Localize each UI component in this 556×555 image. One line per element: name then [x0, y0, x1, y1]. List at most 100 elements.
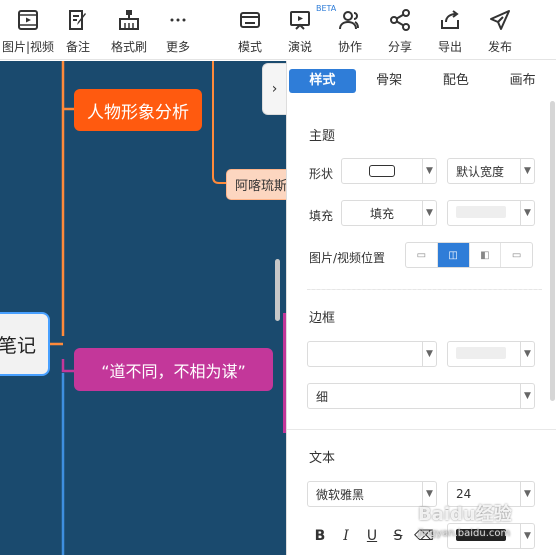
text-section-title: 文本 — [309, 451, 336, 466]
canvas-scrollbar[interactable] — [275, 259, 280, 321]
publish-icon — [490, 10, 510, 30]
width-value: 默认宽度 — [456, 164, 505, 179]
toolbar-label: 图片|视频 — [1, 40, 55, 54]
strikethrough-icon: S — [393, 528, 403, 544]
position-left-option[interactable]: ▭ — [406, 243, 438, 267]
style-panel: 样式 骨架 配色 画布 主题 形状 ▼ 默认宽度 ▼ 填充 填充 ▼ ▼ 图片/… — [286, 61, 556, 555]
border-color-select[interactable]: ▼ — [447, 341, 535, 367]
toolbar: 图片|视频 备注 格式刷 更多 模式 BETA 演说 协作 分享 导出 发布 — [0, 0, 556, 60]
format-brush-button[interactable]: 格式刷 — [110, 6, 148, 56]
fill-select[interactable]: 填充 ▼ — [341, 200, 437, 226]
chevron-down-icon: ▼ — [520, 342, 534, 366]
toolbar-label: 更多 — [165, 40, 190, 54]
note-button[interactable]: 备注 — [64, 6, 92, 56]
share-icon — [390, 9, 410, 31]
eraser-icon: ⌫ — [414, 528, 434, 544]
toolbar-label: 演说 — [287, 40, 312, 54]
publish-button[interactable]: 发布 — [486, 6, 514, 56]
share-button[interactable]: 分享 — [386, 6, 414, 56]
bold-icon: B — [314, 528, 326, 544]
shape-label: 形状 — [309, 167, 334, 181]
toolbar-label: 格式刷 — [110, 40, 147, 54]
border-thickness-select[interactable]: 细 ▼ — [307, 383, 535, 409]
rounded-rect-shape-icon — [369, 165, 395, 177]
film-icon — [18, 10, 38, 30]
media-position-label: 图片/视频位置 — [309, 251, 386, 265]
border-style-select[interactable]: ▼ — [307, 341, 437, 367]
position-right-option[interactable]: ▭ — [501, 243, 532, 267]
panel-scrollbar[interactable] — [550, 101, 555, 401]
panel-tabs: 样式 骨架 配色 画布 — [287, 61, 556, 101]
mode-icon — [240, 12, 260, 28]
tab-style[interactable]: 样式 — [289, 69, 356, 93]
strikethrough-button[interactable]: S — [387, 525, 409, 547]
chevron-down-icon: ▼ — [422, 159, 436, 183]
tab-skeleton[interactable]: 骨架 — [356, 69, 423, 93]
image-video-button[interactable]: 图片|视频 — [2, 6, 54, 56]
node-notes-root[interactable]: 笔记 — [0, 312, 50, 376]
font-family-value: 微软雅黑 — [316, 487, 365, 502]
position-top-option[interactable]: ◧ — [470, 243, 502, 267]
font-size-select[interactable]: 24 ▼ — [447, 481, 535, 507]
chevron-down-icon: ▼ — [520, 524, 534, 548]
toolbar-label: 发布 — [487, 40, 512, 54]
chevron-down-icon: ▼ — [422, 201, 436, 225]
presentation-icon — [290, 11, 310, 30]
export-button[interactable]: 导出 — [436, 6, 464, 56]
mode-button[interactable]: 模式 — [236, 6, 264, 56]
tab-color-scheme[interactable]: 配色 — [423, 69, 490, 93]
toolbar-label: 模式 — [237, 40, 262, 54]
position-bottom-option[interactable]: ◫ — [437, 243, 470, 267]
export-icon — [441, 10, 459, 29]
chevron-down-icon: ▼ — [422, 342, 436, 366]
divider — [307, 289, 542, 290]
toolbar-label: 协作 — [337, 40, 362, 54]
format-brush-icon — [119, 10, 139, 30]
fill-label: 填充 — [309, 209, 334, 223]
more-icon — [170, 18, 186, 22]
chevron-down-icon: ▼ — [520, 482, 534, 506]
node-achilles[interactable]: 阿喀琉斯 — [226, 169, 286, 200]
toolbar-label: 备注 — [65, 40, 90, 54]
fill-value: 填充 — [369, 206, 394, 221]
clear-format-button[interactable]: ⌫ — [413, 525, 435, 547]
media-position-segment[interactable]: ▭ ◫ ◧ ▭ — [405, 242, 533, 268]
chevron-down-icon: ▼ — [520, 201, 534, 225]
italic-button[interactable]: I — [335, 525, 357, 547]
node-quote[interactable]: “道不同，不相为谋” — [74, 348, 273, 391]
font-family-select[interactable]: 微软雅黑 ▼ — [307, 481, 437, 507]
theme-section-title: 主题 — [309, 129, 336, 144]
beta-badge: BETA — [316, 4, 337, 13]
collapse-panel-button[interactable]: › — [262, 63, 286, 115]
connector-lines — [50, 61, 226, 555]
divider — [287, 429, 556, 430]
collaborate-button[interactable]: 协作 — [336, 6, 364, 56]
border-thickness-value: 细 — [316, 389, 329, 404]
toolbar-label: 导出 — [437, 40, 462, 54]
underline-button[interactable]: U — [361, 525, 383, 547]
bold-button[interactable]: B — [309, 525, 331, 547]
presentation-button[interactable]: BETA 演说 — [286, 4, 336, 56]
toolbar-label: 分享 — [387, 40, 412, 54]
note-icon — [69, 10, 86, 30]
color-swatch — [456, 346, 506, 359]
fill-color-select[interactable]: ▼ — [447, 200, 535, 226]
font-size-value: 24 — [456, 487, 472, 501]
chevron-down-icon: ▼ — [520, 159, 534, 183]
tab-canvas[interactable]: 画布 — [489, 69, 556, 93]
collaborate-icon — [339, 11, 359, 30]
shape-select[interactable]: ▼ — [341, 158, 437, 184]
node-character-analysis[interactable]: 人物形象分析 — [74, 89, 202, 131]
color-swatch — [456, 528, 506, 541]
border-section-title: 边框 — [309, 311, 336, 326]
width-select[interactable]: 默认宽度 ▼ — [447, 158, 535, 184]
chevron-right-icon: › — [271, 81, 278, 97]
color-swatch — [456, 205, 506, 218]
chevron-down-icon: ▼ — [422, 482, 436, 506]
underline-icon: U — [366, 528, 378, 544]
chevron-down-icon: ▼ — [520, 384, 534, 408]
italic-icon: I — [343, 528, 349, 544]
mindmap-canvas[interactable]: 人物形象分析 阿喀琉斯 笔记 “道不同，不相为谋” › — [0, 61, 286, 555]
more-button[interactable]: 更多 — [164, 6, 192, 56]
text-color-select[interactable]: ▼ — [447, 523, 535, 549]
